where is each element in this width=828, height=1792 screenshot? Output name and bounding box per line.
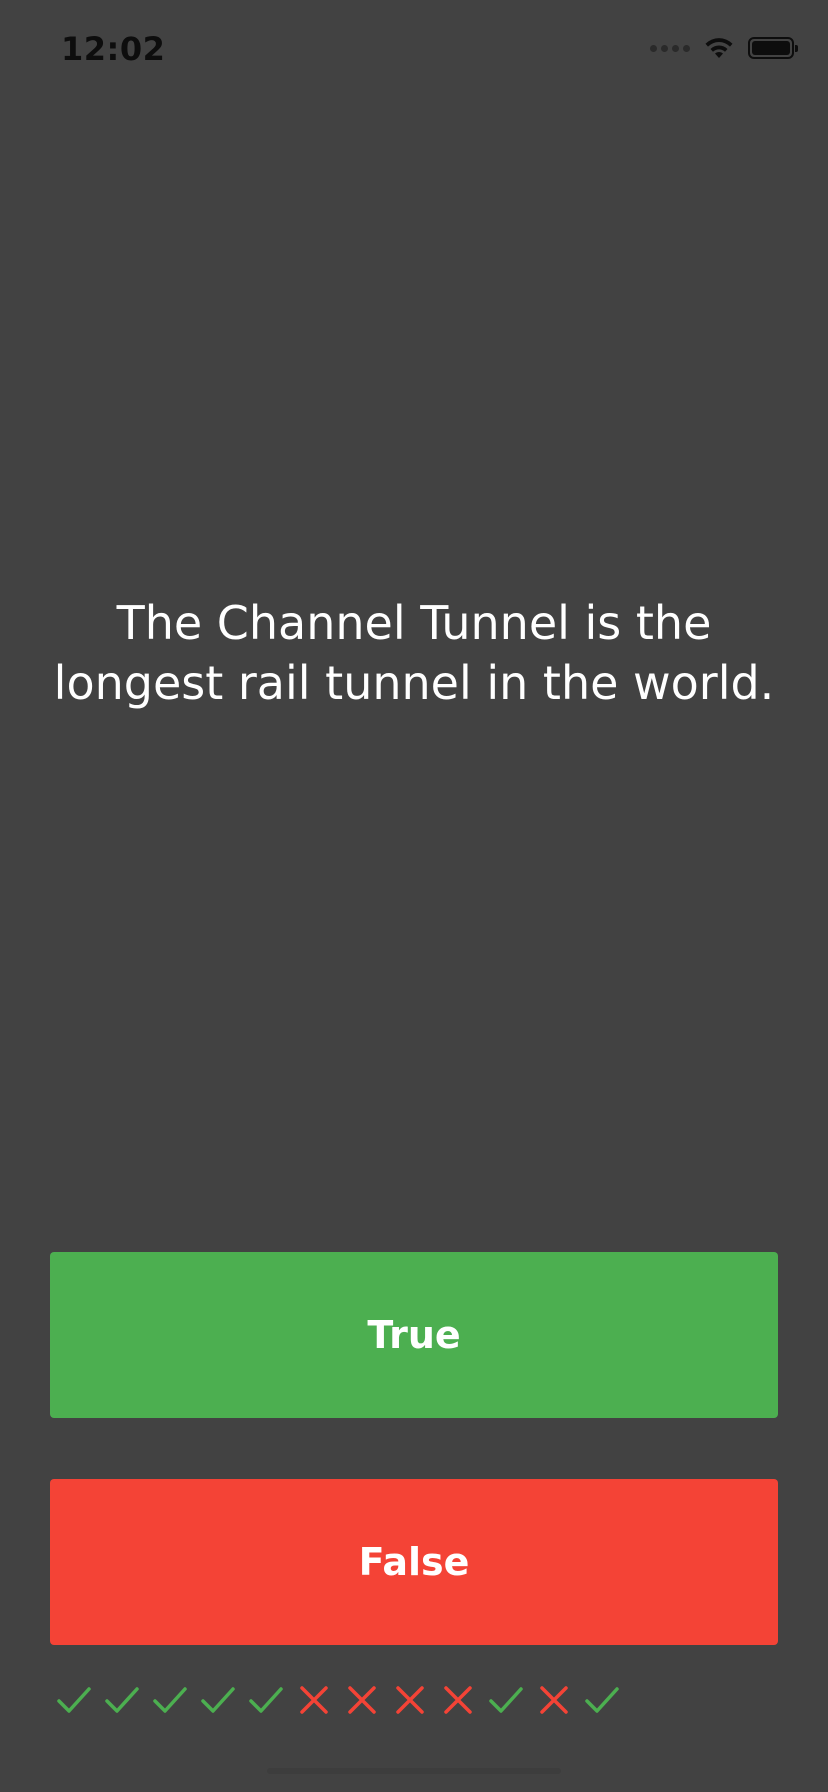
status-time: 12:02 <box>61 30 166 68</box>
close-icon <box>532 1680 576 1720</box>
check-icon <box>484 1680 528 1720</box>
close-icon <box>340 1680 384 1720</box>
check-icon <box>148 1680 192 1720</box>
close-icon <box>388 1680 432 1720</box>
cellular-signal-icon <box>650 44 690 52</box>
close-icon <box>292 1680 336 1720</box>
false-button[interactable]: False <box>50 1479 778 1645</box>
check-icon <box>580 1680 624 1720</box>
status-bar: 12:02 <box>0 0 828 100</box>
battery-icon <box>748 37 798 59</box>
status-icons <box>650 36 798 60</box>
close-icon <box>436 1680 480 1720</box>
check-icon <box>196 1680 240 1720</box>
true-button[interactable]: True <box>50 1252 778 1418</box>
question-text: The Channel Tunnel is the longest rail t… <box>53 596 775 710</box>
wifi-icon <box>705 38 733 58</box>
check-icon <box>52 1680 96 1720</box>
home-indicator <box>267 1768 561 1774</box>
score-keeper <box>52 1680 624 1720</box>
check-icon <box>100 1680 144 1720</box>
check-icon <box>244 1680 288 1720</box>
